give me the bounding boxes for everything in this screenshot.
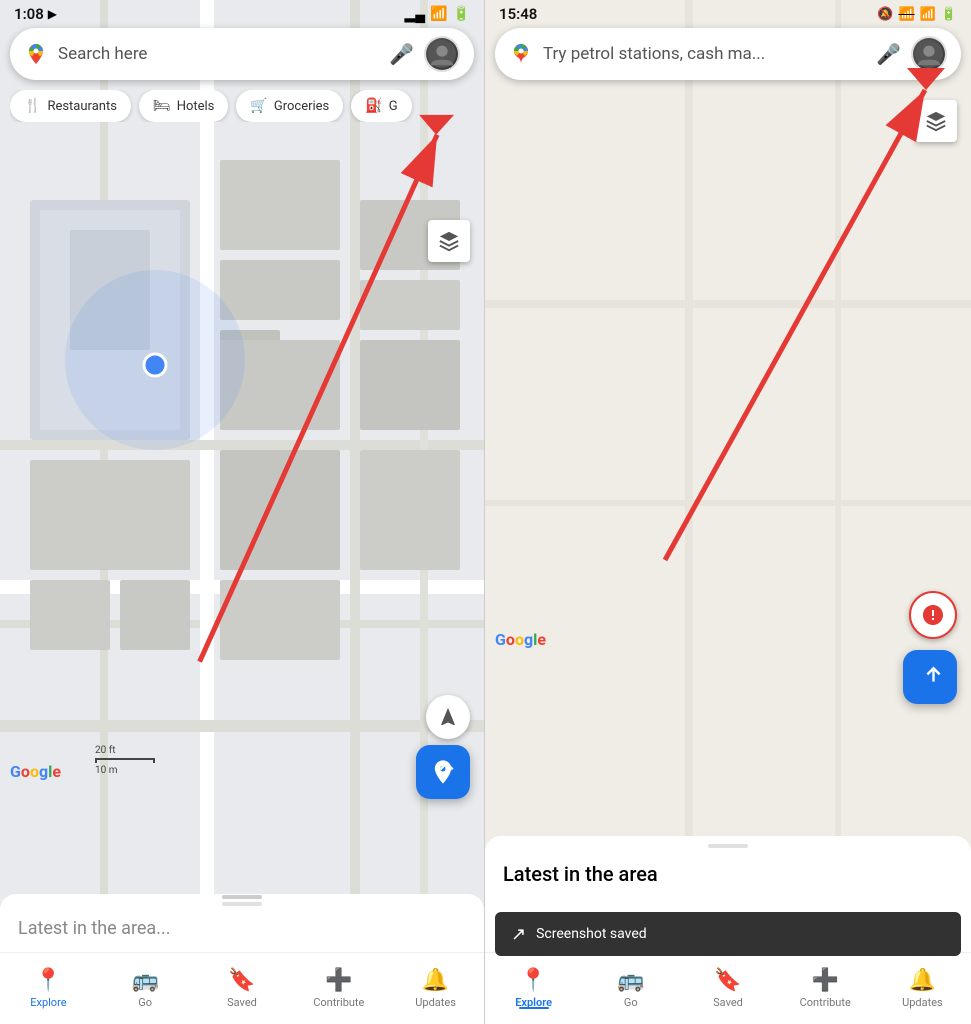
- bottom-nav-right: 📍 Explore 🚌 Go 🔖 Saved ➕ Contribute 🔔 Up…: [485, 952, 971, 1024]
- nav-saved-left[interactable]: 🔖 Saved: [194, 968, 291, 1009]
- nav-explore-right[interactable]: 📍 Explore: [485, 968, 582, 1009]
- saved-label-left: Saved: [227, 996, 257, 1009]
- gas-icon: ⛽: [365, 98, 382, 114]
- right-panel: G o o g l e 15:48 🔕 📶 📶 🔋: [485, 0, 971, 1024]
- direction-fab[interactable]: [416, 745, 470, 799]
- layers-button[interactable]: [428, 220, 470, 262]
- latest-area-text-right: Latest in the area: [485, 852, 971, 892]
- pill-restaurants[interactable]: 🍴 Restaurants: [10, 90, 131, 122]
- avatar-left[interactable]: [424, 36, 460, 72]
- pill-groceries[interactable]: 🛒 Groceries: [236, 90, 343, 122]
- contribute-icon-right: ➕: [812, 968, 839, 993]
- battery-icon-right: 🔋: [941, 7, 957, 22]
- search-placeholder-left[interactable]: Search here: [58, 44, 379, 64]
- hotels-label: Hotels: [177, 99, 215, 114]
- active-bar: [519, 1007, 549, 1009]
- wifi-icon: 📶: [430, 6, 447, 22]
- updates-icon-right: 🔔: [909, 968, 936, 993]
- toast-icon: ↗: [511, 924, 526, 945]
- category-pills-left: 🍴 Restaurants 🛏 Hotels 🛒 Groceries ⛽ G: [10, 90, 484, 122]
- saved-icon-right: 🔖: [714, 968, 741, 993]
- latest-area-text-left: Latest in the area...: [0, 910, 484, 947]
- search-placeholder-right[interactable]: Try petrol stations, cash ma...: [543, 44, 866, 64]
- saved-label-right: Saved: [713, 996, 743, 1009]
- updates-label-left: Updates: [415, 996, 456, 1009]
- explore-icon-right: 📍: [520, 968, 547, 993]
- google-logo-right: G o o g l e: [495, 630, 546, 649]
- nav-saved-right[interactable]: 🔖 Saved: [679, 968, 776, 1009]
- maps-pin-icon-right: [509, 42, 533, 66]
- direction-fab-right[interactable]: [903, 650, 957, 704]
- status-bar-left: 1:08 ▶ ▂▄ 📶 🔋: [0, 0, 484, 28]
- google-logo-left: G o o g l e: [10, 762, 61, 781]
- scale-indicator: 20 ft 10 m: [95, 745, 155, 776]
- go-icon-right: 🚌: [617, 968, 644, 993]
- left-panel: G o o g l e 20 ft 10 m 1:08 ▶ ▂▄ 📶 🔋: [0, 0, 485, 1024]
- nav-go-left[interactable]: 🚌 Go: [97, 968, 194, 1009]
- mic-icon-left[interactable]: 🎤: [389, 42, 414, 66]
- nav-contribute-left[interactable]: ➕ Contribute: [290, 968, 387, 1009]
- battery-icon: 🔋: [453, 6, 470, 22]
- report-button-right[interactable]: [909, 591, 957, 639]
- left-map[interactable]: G o o g l e 20 ft 10 m: [0, 0, 484, 894]
- navigation-button[interactable]: [426, 695, 470, 739]
- maps-pin-icon: [24, 42, 48, 66]
- contribute-icon-left: ➕: [325, 968, 352, 993]
- explore-icon-left: 📍: [35, 968, 62, 993]
- bottom-sheet-handle-left: [222, 895, 262, 899]
- go-label-left: Go: [138, 996, 152, 1009]
- restaurants-icon: 🍴: [24, 98, 41, 114]
- bottom-nav-left: 📍 Explore 🚌 Go 🔖 Saved ➕ Contribute 🔔 Up…: [0, 952, 484, 1024]
- screenshot-toast: ↗ Screenshot saved: [495, 912, 961, 956]
- mute-icon: 🔕: [877, 7, 893, 22]
- status-bar-right: 15:48 🔕 📶 📶 🔋: [485, 0, 971, 28]
- signal-x-icon: 📶: [898, 7, 914, 22]
- right-map[interactable]: G o o g l e: [485, 0, 971, 844]
- nav-arrow-icon: ▶: [48, 7, 57, 21]
- go-label-right: Go: [624, 996, 638, 1009]
- signal-icon-right: 📶: [920, 7, 936, 22]
- toast-text: Screenshot saved: [536, 926, 945, 942]
- hotels-icon: 🛏: [153, 98, 171, 114]
- sheet-handle-right: [708, 844, 748, 848]
- groceries-icon: 🛒: [250, 98, 267, 114]
- time-right: 15:48: [499, 5, 537, 23]
- nav-explore-left[interactable]: 📍 Explore: [0, 968, 97, 1009]
- pill-hotels[interactable]: 🛏 Hotels: [139, 90, 229, 122]
- updates-label-right: Updates: [902, 996, 943, 1009]
- sheet-handle-left: [222, 902, 262, 906]
- pill-gas[interactable]: ⛽ G: [351, 90, 411, 122]
- saved-icon-left: 🔖: [228, 968, 255, 993]
- nav-updates-left[interactable]: 🔔 Updates: [387, 968, 484, 1009]
- updates-icon-left: 🔔: [422, 968, 449, 993]
- contribute-label-left: Contribute: [313, 996, 364, 1009]
- nav-updates-right[interactable]: 🔔 Updates: [874, 968, 971, 1009]
- groceries-label: Groceries: [274, 99, 329, 114]
- gas-label: G: [389, 99, 398, 114]
- contribute-label-right: Contribute: [800, 996, 851, 1009]
- go-icon-left: 🚌: [131, 968, 158, 993]
- layers-button-right[interactable]: [915, 100, 957, 142]
- search-bar-left[interactable]: Search here 🎤: [10, 28, 474, 80]
- mic-icon-right[interactable]: 🎤: [876, 42, 901, 66]
- signal-icon: ▂▄: [404, 6, 425, 23]
- explore-label-left: Explore: [30, 996, 66, 1009]
- time-left: 1:08: [14, 5, 44, 23]
- restaurants-label: Restaurants: [47, 99, 116, 114]
- nav-go-right[interactable]: 🚌 Go: [582, 968, 679, 1009]
- avatar-right[interactable]: [911, 36, 947, 72]
- bottom-sheet-left: Latest in the area... 📍 Explore 🚌 Go 🔖 S…: [0, 894, 484, 1024]
- search-bar-right[interactable]: Try petrol stations, cash ma... 🎤: [495, 28, 961, 80]
- nav-contribute-right[interactable]: ➕ Contribute: [777, 968, 874, 1009]
